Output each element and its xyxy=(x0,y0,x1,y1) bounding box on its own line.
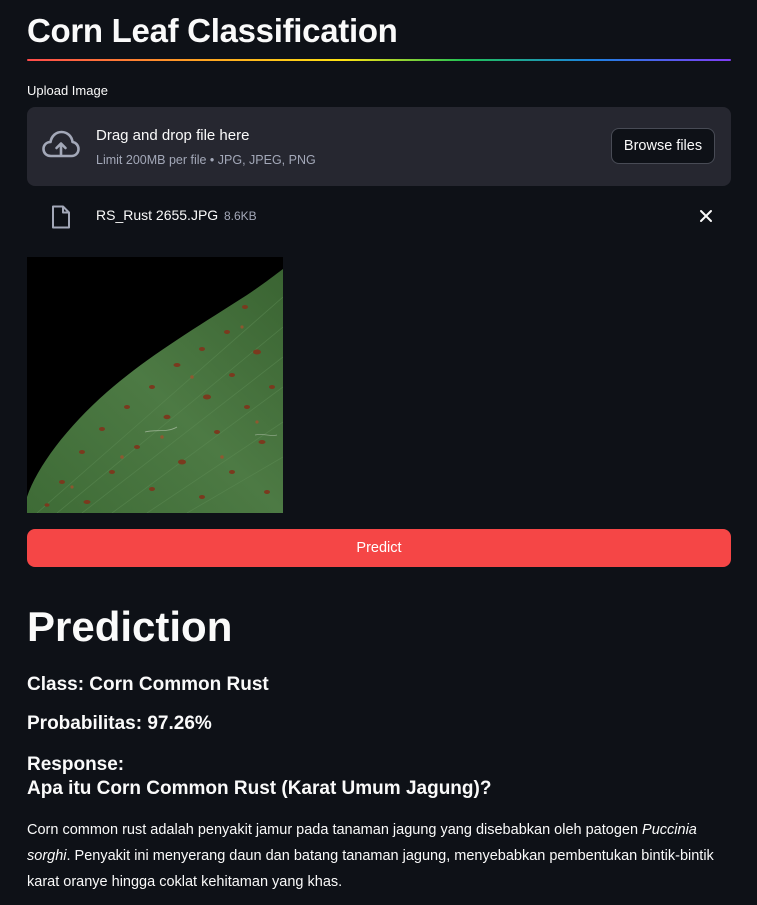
uploaded-file-item: RS_Rust 2655.JPG 8.6KB xyxy=(27,198,731,234)
app-page: Corn Leaf Classification Upload Image Dr… xyxy=(0,0,757,905)
response-question: Apa itu Corn Common Rust (Karat Umum Jag… xyxy=(27,778,492,799)
file-icon xyxy=(52,205,70,229)
dropzone-limit-text: Limit 200MB per file • JPG, JPEG, PNG xyxy=(96,153,316,167)
file-dropzone[interactable]: Drag and drop file here Limit 200MB per … xyxy=(27,107,731,186)
remove-file-button[interactable] xyxy=(694,204,718,228)
response-text-part1: Corn common rust adalah penyakit jamur p… xyxy=(27,822,643,838)
response-paragraph: Corn common rust adalah penyakit jamur p… xyxy=(27,817,731,895)
upload-label: Upload Image xyxy=(27,83,108,98)
dropzone-instruction: Drag and drop file here xyxy=(96,127,250,144)
prediction-heading: Prediction xyxy=(27,603,233,650)
response-text-part2: . Penyakit ini menyerang daun dan batang… xyxy=(27,848,714,890)
close-icon xyxy=(700,210,712,222)
prediction-class: Class: Corn Common Rust xyxy=(27,674,269,695)
title-divider xyxy=(27,59,731,61)
page-title: Corn Leaf Classification xyxy=(27,12,398,49)
browse-files-button[interactable]: Browse files xyxy=(611,128,715,164)
uploaded-file-name: RS_Rust 2655.JPG xyxy=(96,207,219,223)
uploaded-file-size: 8.6KB xyxy=(224,209,257,223)
uploaded-leaf-image xyxy=(27,257,283,513)
response-label: Response: xyxy=(27,754,125,775)
predict-button[interactable]: Predict xyxy=(27,529,731,567)
prediction-probability: Probabilitas: 97.26% xyxy=(27,713,212,734)
cloud-upload-icon xyxy=(42,130,80,158)
